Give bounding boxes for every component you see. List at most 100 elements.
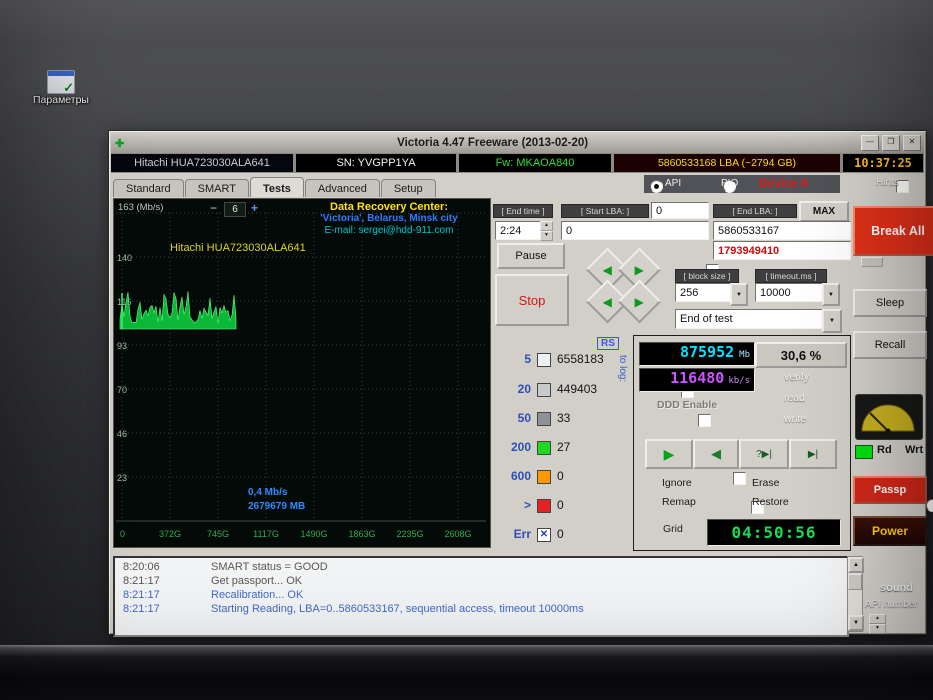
log-time: 8:21:17: [123, 589, 160, 601]
sound-label: sound: [880, 582, 913, 594]
arrow-right-icon: ▶: [634, 294, 645, 309]
scroll-up-icon[interactable]: ▲: [848, 557, 864, 573]
banner-line2: 'Victoria', Belarus, Minsk city: [320, 213, 458, 224]
end-action-combo[interactable]: End of test: [675, 309, 827, 329]
seek-back-button[interactable]: ◀: [693, 439, 739, 469]
minimize-button[interactable]: —: [861, 135, 879, 151]
end-lba-input[interactable]: 5860533167: [713, 221, 851, 240]
arrow-right-icon: ▶: [634, 262, 645, 277]
bin-count: 0: [557, 527, 564, 541]
close-button[interactable]: ✕: [903, 135, 921, 151]
svg-text:23: 23: [117, 473, 127, 483]
power-button[interactable]: Power: [853, 516, 927, 546]
log-scrollbar[interactable]: ▲ ▼: [847, 556, 864, 632]
bin-count: 27: [557, 440, 571, 454]
rs-button[interactable]: RS: [597, 337, 619, 350]
bin-swatch: [537, 353, 551, 367]
spin-up-icon[interactable]: ▲: [869, 614, 886, 624]
desktop-icon-settings[interactable]: ✓ Параметры: [26, 70, 96, 106]
api-number-label: API number: [865, 599, 918, 610]
svg-text:372G: 372G: [159, 529, 181, 539]
spin-up-icon[interactable]: ▲: [540, 221, 553, 231]
log-line: 8:21:17 Recalibration... OK: [115, 589, 847, 603]
tab-setup[interactable]: Setup: [380, 179, 436, 197]
tab-smart[interactable]: SMART: [184, 179, 249, 197]
log-time: 8:21:17: [123, 575, 160, 587]
seek-scan-button[interactable]: ?▶|: [739, 439, 789, 469]
verify-label: verify: [784, 371, 810, 383]
drive-serial: SN: YVGPP1YA: [296, 154, 456, 172]
api-number-spinner[interactable]: ▲ ▼: [869, 614, 886, 634]
remap-label: Remap: [662, 496, 696, 508]
timeout-dropdown-icon[interactable]: ▼: [822, 283, 840, 306]
bin-swatch: [537, 441, 551, 455]
tab-standard[interactable]: Standard: [113, 179, 184, 197]
end-action-dropdown-icon[interactable]: ▼: [822, 309, 842, 333]
break-all-button[interactable]: Break All: [853, 206, 933, 256]
log-line: 8:21:17 Starting Reading, LBA=0..5860533…: [115, 603, 847, 617]
sleep-button[interactable]: Sleep: [853, 289, 927, 317]
svg-text:1117G: 1117G: [253, 529, 279, 539]
log-time: 8:21:17: [123, 603, 160, 615]
bin-label: 5: [524, 352, 531, 366]
clock: 10:37:25: [843, 154, 923, 172]
stop-button[interactable]: Stop: [495, 274, 569, 326]
elapsed-timer: 04:50:56: [707, 519, 841, 546]
max-button[interactable]: MAX: [799, 201, 849, 222]
bin-swatch: [537, 470, 551, 484]
banner-line3: E-mail: sergei@hdd-911.com: [324, 225, 454, 236]
end-time-label: [ End time ]: [493, 204, 553, 218]
current-lba-input[interactable]: 1793949410: [713, 241, 851, 260]
cursor-position: 2679679 MB: [248, 501, 305, 512]
remap-radio[interactable]: [926, 499, 933, 513]
block-size-label: [ block size ]: [675, 269, 739, 283]
scale-plus-icon[interactable]: +: [251, 201, 258, 215]
bin-label: 50: [517, 411, 531, 425]
jog-cluster: ◀ ▶ ◀ ▶: [579, 247, 663, 333]
recall-button[interactable]: Recall: [853, 331, 927, 359]
drive-firmware: Fw: MKAOA840: [459, 154, 611, 172]
block-size-dropdown-icon[interactable]: ▼: [730, 283, 748, 306]
svg-text:70: 70: [117, 385, 127, 395]
scale-value: 6: [224, 202, 246, 217]
y-axis-top-label: 163 (Mb/s): [118, 202, 164, 213]
victoria-window: ✚ Victoria 4.47 Freeware (2013-02-20) — …: [108, 130, 933, 637]
end-time-spin-buttons[interactable]: ▲ ▼: [540, 221, 553, 241]
maximize-button[interactable]: ❐: [882, 135, 900, 151]
scroll-thumb[interactable]: [848, 574, 862, 590]
speed-unit: kb/s: [728, 376, 750, 386]
tab-advanced[interactable]: Advanced: [304, 179, 380, 197]
seek-end-button[interactable]: ▶|: [789, 439, 837, 469]
erase-label: Erase: [752, 477, 780, 489]
passp-button[interactable]: Passp: [853, 476, 927, 504]
ddd-enable-label: DDD Enable: [657, 399, 718, 411]
log-text: Recalibration... OK: [211, 589, 304, 601]
pause-button[interactable]: Pause: [497, 243, 565, 269]
banner: Data Recovery Center: 'Victoria', Belaru…: [292, 201, 486, 237]
scroll-down-icon[interactable]: ▼: [848, 615, 864, 631]
spin-down-icon[interactable]: ▼: [540, 231, 553, 241]
timeout-label: [ timeout.ms ]: [755, 269, 827, 283]
seek-play-button[interactable]: ▶: [645, 439, 693, 469]
monitor-bezel: [0, 645, 933, 700]
block-size-combo[interactable]: 256: [675, 283, 735, 302]
pio-label: PIO: [721, 178, 739, 189]
cursor-speed: 0,4 Mb/s: [248, 487, 288, 498]
desktop-icon-label: Параметры: [33, 94, 89, 106]
spin-down-icon[interactable]: ▼: [869, 624, 886, 634]
end-time-spinner[interactable]: 2:24: [495, 221, 545, 240]
tab-tests[interactable]: Tests: [249, 177, 304, 197]
jog-forward2-button[interactable]: ▶: [617, 279, 662, 324]
bin-swatch: [537, 383, 551, 397]
scale-minus-icon[interactable]: −: [210, 201, 217, 215]
start-lba-input[interactable]: 0: [561, 221, 709, 240]
timeout-combo[interactable]: 10000: [755, 283, 827, 302]
bin-label: 20: [517, 382, 531, 396]
log-panel: 8:20:06 SMART status = GOOD 8:21:17 Get …: [113, 556, 849, 637]
read-amount-value: 875952: [679, 343, 735, 361]
monitor-photo: ✓ Параметры ✚ Victoria 4.47 Freeware (20…: [0, 0, 933, 700]
title-bar[interactable]: ✚ Victoria 4.47 Freeware (2013-02-20) — …: [111, 133, 924, 153]
speed-band: [119, 291, 237, 330]
log-text: SMART status = GOOD: [211, 561, 328, 573]
settings-icon: ✓: [47, 70, 75, 95]
